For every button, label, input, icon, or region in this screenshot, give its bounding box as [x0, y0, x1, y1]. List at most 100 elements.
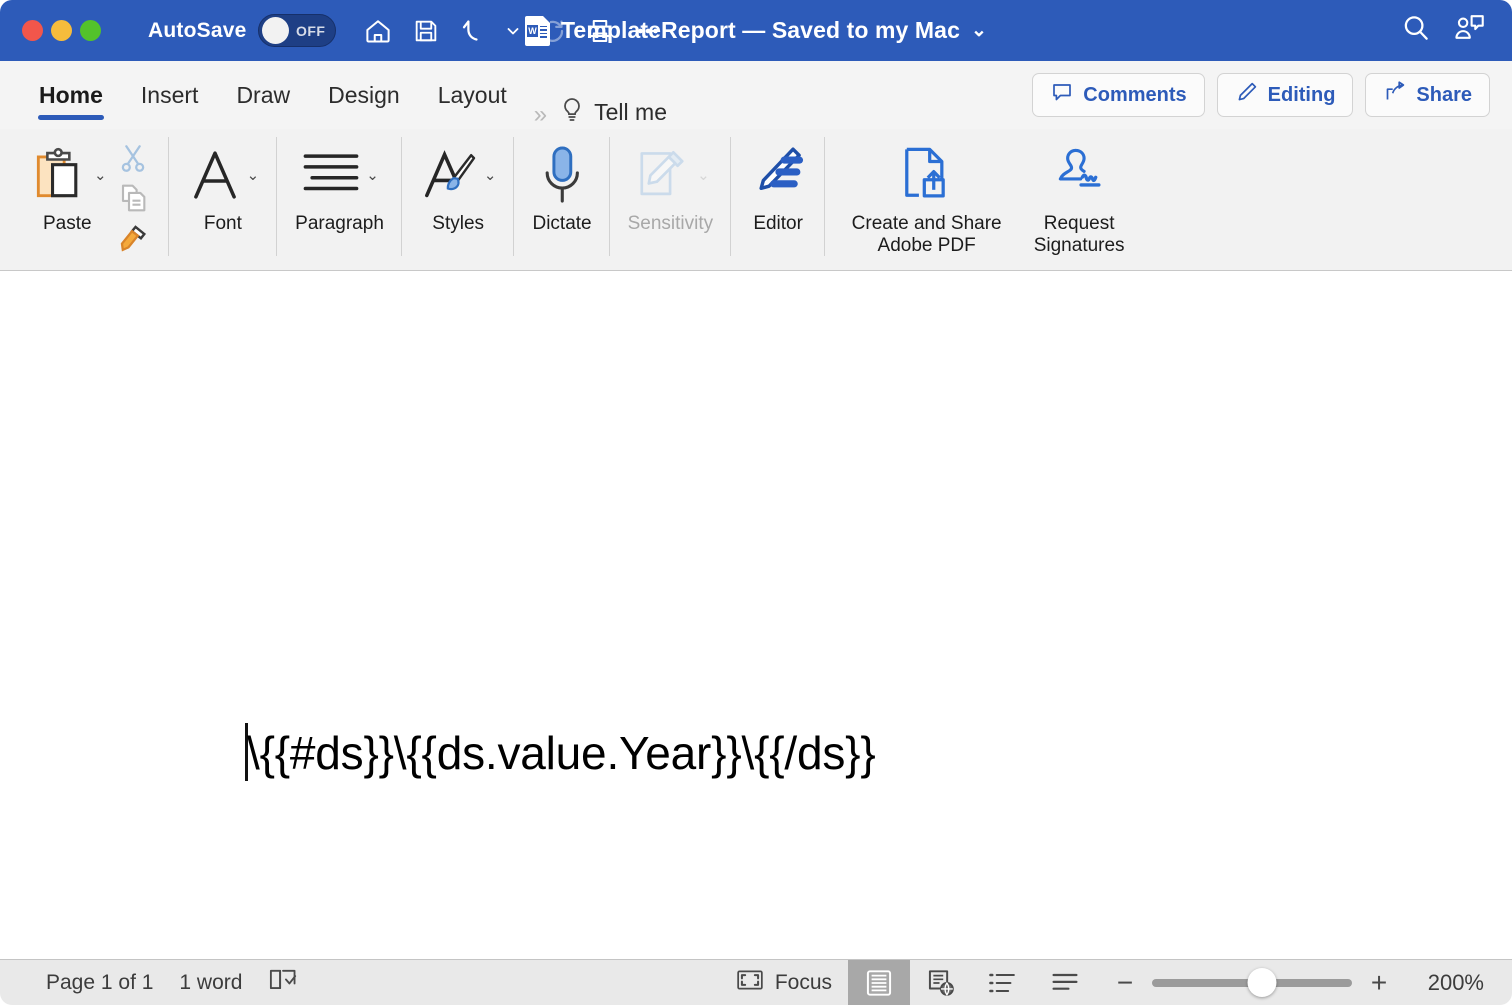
zoom-in-button[interactable]: +: [1368, 968, 1390, 997]
styles-glyph: ⌄: [420, 137, 497, 213]
styles-button[interactable]: ⌄ Styles: [416, 137, 501, 235]
tab-layout[interactable]: Layout: [419, 61, 526, 129]
editor-button[interactable]: Editor: [745, 137, 811, 235]
share-button[interactable]: Share: [1365, 73, 1490, 117]
tell-me-label: Tell me: [594, 99, 667, 125]
undo-dropdown-icon[interactable]: [498, 9, 528, 53]
request-signatures-button[interactable]: Request Signatures: [1014, 137, 1144, 258]
paragraph-button[interactable]: ⌄ Paragraph: [291, 137, 388, 235]
close-window-button[interactable]: [22, 20, 43, 41]
autosave-state-label: OFF: [295, 22, 326, 39]
pencil-icon: [1235, 80, 1259, 110]
sensitivity-glyph: ⌄: [631, 137, 710, 213]
paragraph-dropdown-chevron-icon[interactable]: ⌄: [366, 168, 379, 183]
focus-label: Focus: [774, 970, 832, 994]
view-web-layout-button[interactable]: [910, 960, 972, 1005]
font-glyph: ⌄: [187, 137, 260, 213]
editing-button[interactable]: Editing: [1216, 73, 1354, 117]
dictate-button[interactable]: Dictate: [528, 137, 595, 235]
create-share-adobe-pdf-label: Create and Share Adobe PDF: [851, 213, 1002, 257]
save-icon[interactable]: [402, 9, 450, 53]
status-right: Focus − + 200%: [720, 959, 1512, 1005]
tell-me-button[interactable]: Tell me: [553, 96, 667, 129]
editor-glyph: [749, 137, 807, 213]
paste-label: Paste: [42, 213, 92, 234]
paste-button[interactable]: ⌄ Paste: [24, 137, 111, 235]
ribbon-group-paragraph: ⌄ Paragraph: [277, 129, 402, 270]
ribbon-group-clipboard: ⌄ Paste: [10, 129, 169, 270]
page-indicator[interactable]: Page 1 of 1: [46, 971, 153, 995]
account-comment-icon[interactable]: [1452, 12, 1486, 49]
sensitivity-button[interactable]: ⌄ Sensitivity: [624, 137, 718, 235]
more-tabs-icon[interactable]: »: [526, 101, 553, 129]
document-body-text[interactable]: \{{#ds}}\{{ds.value.Year}}\{{/ds}}: [247, 726, 876, 780]
paste-dropdown-chevron-icon[interactable]: ⌄: [94, 168, 107, 183]
title-bar-actions: [1400, 12, 1512, 49]
tab-home[interactable]: Home: [20, 61, 122, 129]
clipboard-mini-tools: [111, 137, 155, 257]
copy-button[interactable]: [111, 179, 155, 217]
document-canvas[interactable]: \{{#ds}}\{{ds.value.Year}}\{{/ds}}: [0, 271, 1512, 959]
ribbon-tabs: Home Insert Draw Design Layout » Tell me: [0, 61, 667, 129]
ribbon-group-font: ⌄ Font: [169, 129, 278, 270]
tab-design[interactable]: Design: [309, 61, 419, 129]
autosave-toggle[interactable]: OFF: [258, 14, 337, 47]
cut-button[interactable]: [111, 139, 155, 177]
share-icon: [1383, 80, 1407, 110]
title-chevron-down-icon[interactable]: ⌄: [971, 19, 987, 42]
status-left: Page 1 of 1 1 word: [0, 967, 298, 998]
ribbon-group-editor: Editor: [731, 129, 826, 270]
zoom-controls: − + 200%: [1096, 968, 1512, 997]
editing-label: Editing: [1267, 83, 1336, 106]
title-bar: AutoSave OFF W TemplateReport — Saved to…: [0, 0, 1512, 61]
comments-button[interactable]: Comments: [1032, 73, 1205, 117]
view-outline-button[interactable]: [972, 960, 1034, 1005]
focus-frame-icon: [736, 968, 764, 997]
ribbon-group-dictate: Dictate: [514, 129, 610, 270]
zoom-out-button[interactable]: −: [1114, 968, 1136, 997]
tab-insert[interactable]: Insert: [122, 61, 218, 129]
lightbulb-icon: [559, 96, 585, 129]
autosave-toggle-knob: [262, 17, 290, 44]
font-button[interactable]: ⌄ Font: [183, 137, 264, 235]
create-share-adobe-pdf-button[interactable]: Create and Share Adobe PDF: [839, 137, 1014, 258]
zoom-level-label[interactable]: 200%: [1406, 970, 1484, 996]
proofing-check-icon[interactable]: [268, 967, 298, 998]
styles-dropdown-chevron-icon[interactable]: ⌄: [484, 168, 497, 183]
comment-icon: [1050, 80, 1074, 110]
focus-button[interactable]: Focus: [720, 960, 848, 1005]
adobe-pdf-glyph: [897, 137, 957, 213]
view-print-layout-button[interactable]: [848, 959, 910, 1005]
font-dropdown-chevron-icon[interactable]: ⌄: [247, 168, 260, 183]
home-icon[interactable]: [354, 9, 402, 53]
word-count[interactable]: 1 word: [179, 971, 242, 995]
sensitivity-dropdown-chevron-icon[interactable]: ⌄: [697, 168, 710, 183]
request-signatures-glyph: [1049, 137, 1109, 213]
word-window: AutoSave OFF W TemplateReport — Saved to…: [0, 0, 1512, 1005]
comments-label: Comments: [1083, 83, 1187, 106]
autosave-control[interactable]: AutoSave OFF: [148, 14, 337, 47]
minimize-window-button[interactable]: [51, 20, 72, 41]
zoom-slider-handle[interactable]: [1247, 968, 1277, 997]
view-draft-button[interactable]: [1034, 960, 1096, 1005]
styles-label: Styles: [432, 213, 485, 234]
undo-icon[interactable]: [450, 9, 498, 53]
search-icon[interactable]: [1400, 12, 1432, 49]
sensitivity-label: Sensitivity: [627, 213, 714, 234]
ribbon-tab-bar: Home Insert Draw Design Layout » Tell me: [0, 61, 1512, 129]
status-bar: Page 1 of 1 1 word Focus − + 200%: [0, 959, 1512, 1005]
ribbon-toolbar: ⌄ Paste ⌄ Font ⌄ Paragraph ⌄ Styles Dict…: [0, 129, 1512, 271]
share-label: Share: [1416, 83, 1472, 106]
word-document-icon: W: [524, 15, 550, 46]
tab-draw[interactable]: Draw: [217, 61, 309, 129]
ribbon-actions: Comments Editing Share: [1032, 73, 1512, 117]
zoom-slider[interactable]: [1152, 968, 1352, 997]
format-painter-button[interactable]: [111, 219, 155, 257]
dictate-glyph: [537, 137, 587, 213]
traffic-lights: [0, 20, 101, 41]
paragraph-glyph: ⌄: [300, 137, 379, 213]
font-label: Font: [203, 213, 242, 234]
paste-glyph: ⌄: [28, 137, 107, 213]
ribbon-group-sensitivity: ⌄ Sensitivity: [610, 129, 732, 270]
maximize-window-button[interactable]: [80, 20, 101, 41]
